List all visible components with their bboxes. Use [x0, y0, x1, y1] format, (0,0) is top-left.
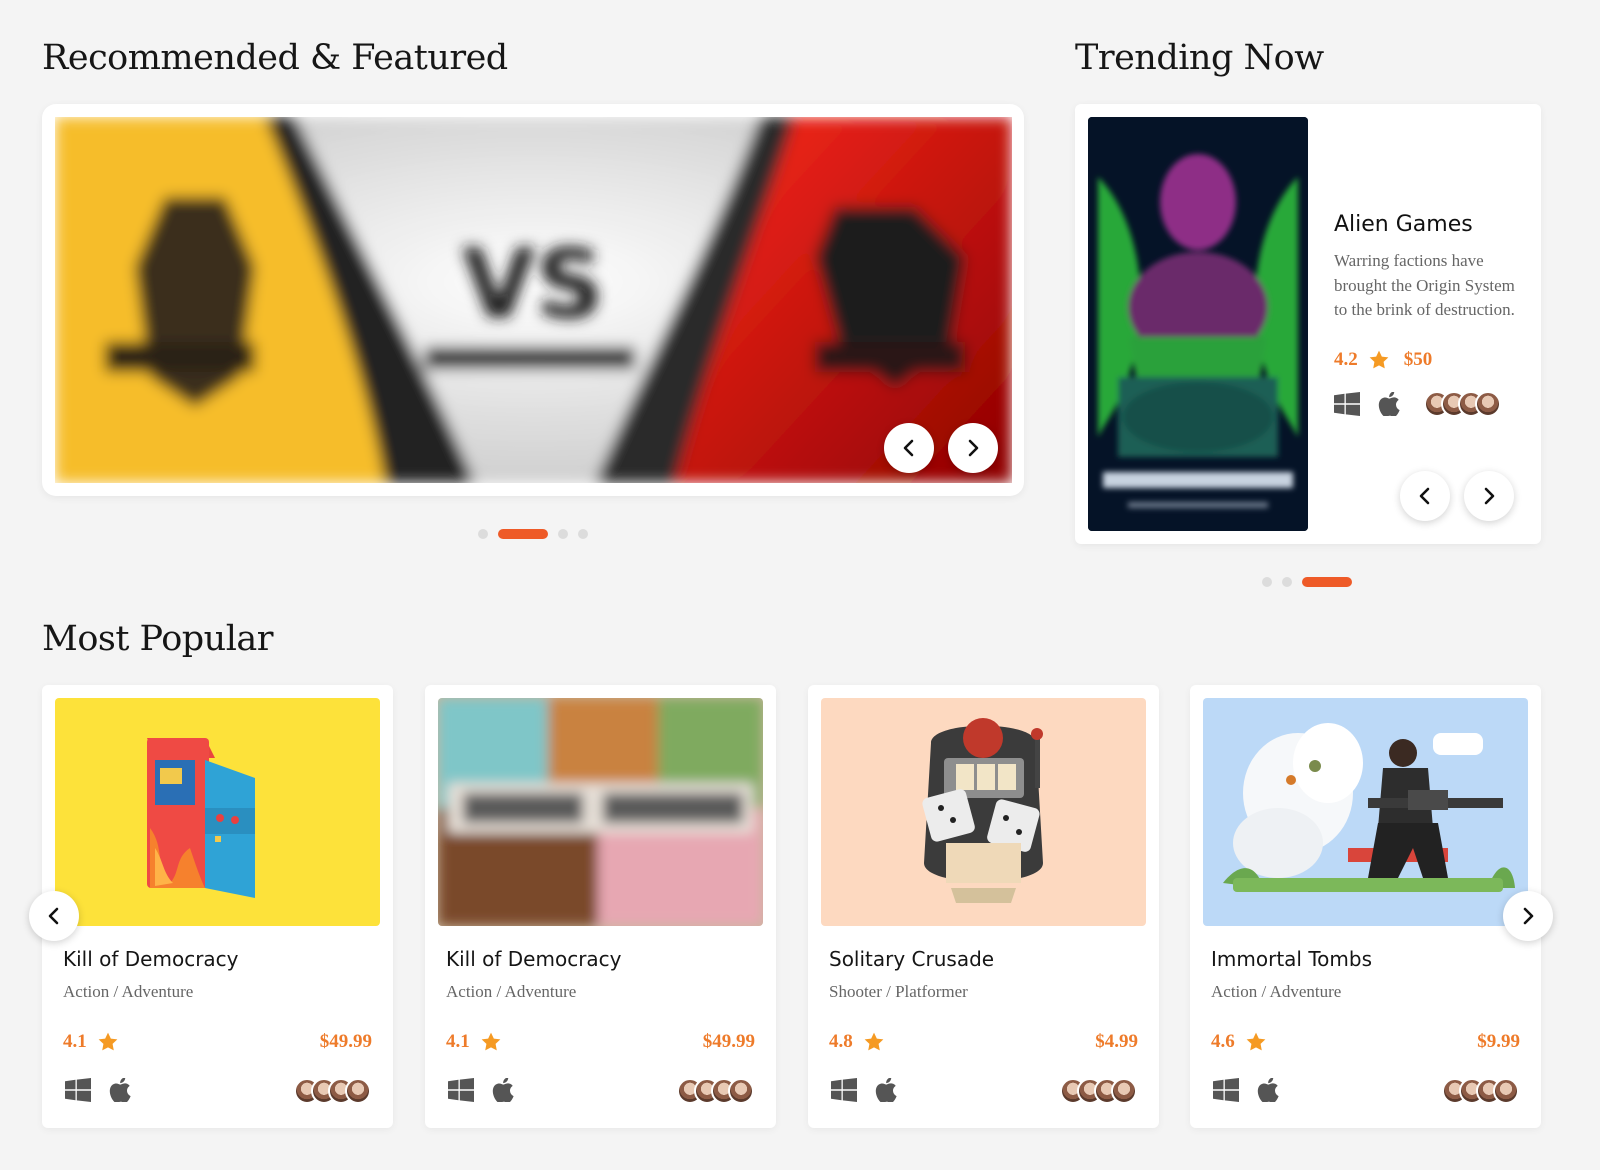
- popular-card-image[interactable]: [1203, 698, 1528, 926]
- avatar: [728, 1078, 754, 1104]
- popular-card-genre: Action / Adventure: [446, 982, 577, 1001]
- trending-rating-row: 4.2 $50: [1334, 349, 1524, 371]
- popular-card-title[interactable]: Immortal Tombs: [1211, 947, 1372, 971]
- featured-next-button[interactable]: [948, 423, 998, 473]
- trending-meta-row: [1334, 390, 1524, 417]
- banner-vs-text: VS: [462, 230, 604, 340]
- star-icon: [1369, 350, 1389, 368]
- popular-card-3[interactable]: Solitary Crusade Shooter / Platformer 4.…: [808, 685, 1159, 1128]
- windows-icon: [1334, 391, 1360, 416]
- featured-section-title: Recommended & Featured: [42, 38, 508, 78]
- popular-section-title: Most Popular: [42, 619, 274, 659]
- popular-card-title[interactable]: Solitary Crusade: [829, 947, 994, 971]
- windows-icon: [1213, 1078, 1239, 1102]
- featured-banner-image[interactable]: VS: [55, 117, 1012, 483]
- apple-icon: [109, 1078, 131, 1102]
- popular-card-genre: Action / Adventure: [63, 982, 194, 1001]
- trending-player-avatars: [1424, 390, 1501, 417]
- apple-icon: [492, 1078, 514, 1102]
- popular-card-price: $49.99: [319, 1031, 372, 1052]
- trending-dot-3[interactable]: [1302, 577, 1352, 587]
- popular-card-genre: Shooter / Platformer: [829, 982, 968, 1001]
- popular-card-image[interactable]: [438, 698, 763, 926]
- star-icon: [98, 1032, 118, 1051]
- rating-value: 4.8: [829, 1031, 853, 1052]
- rating-value: 4.1: [63, 1031, 87, 1052]
- popular-card-1[interactable]: Kill of Democracy Action / Adventure 4.1…: [42, 685, 393, 1128]
- popular-card-image[interactable]: [821, 698, 1146, 926]
- popular-card-rating: 4.1: [63, 1031, 119, 1053]
- featured-pagination: [478, 529, 588, 539]
- trending-rating-value: 4.2: [1334, 348, 1358, 370]
- popular-card-platforms: [831, 1078, 897, 1102]
- trending-dot-2[interactable]: [1282, 577, 1292, 587]
- avatar: [1475, 390, 1501, 417]
- trending-game-description: Warring factions have brought the Origin…: [1334, 251, 1515, 319]
- popular-card-genre: Action / Adventure: [1211, 982, 1342, 1001]
- popular-card-avatars: [677, 1078, 754, 1104]
- chevron-left-icon: [48, 907, 59, 925]
- popular-card-price: $4.99: [1095, 1031, 1138, 1052]
- popular-card-platforms: [448, 1078, 514, 1102]
- popular-card-avatars: [1060, 1078, 1137, 1104]
- avatar: [1493, 1078, 1519, 1104]
- apple-icon: [875, 1078, 897, 1102]
- trending-pagination: [1262, 577, 1352, 587]
- popular-card-rating: 4.6: [1211, 1031, 1267, 1053]
- trending-prev-button[interactable]: [1400, 471, 1450, 521]
- windows-icon: [448, 1078, 474, 1102]
- avatar: [345, 1078, 371, 1104]
- featured-dot-1[interactable]: [478, 529, 488, 539]
- featured-dot-2[interactable]: [498, 529, 548, 539]
- trending-price: $50: [1403, 348, 1433, 370]
- popular-next-button[interactable]: [1503, 891, 1553, 941]
- avatar: [1111, 1078, 1137, 1104]
- popular-card-title[interactable]: Kill of Democracy: [446, 947, 622, 971]
- popular-card-title[interactable]: Kill of Democracy: [63, 947, 239, 971]
- featured-prev-button[interactable]: [884, 423, 934, 473]
- star-icon: [1246, 1032, 1266, 1051]
- trending-platforms: [1334, 391, 1400, 416]
- trending-next-button[interactable]: [1464, 471, 1514, 521]
- windows-icon: [831, 1078, 857, 1102]
- apple-icon: [1257, 1078, 1279, 1102]
- popular-card-2[interactable]: Kill of Democracy Action / Adventure 4.1…: [425, 685, 776, 1128]
- trending-info: Alien Games Warring factions have brough…: [1334, 212, 1524, 417]
- popular-card-platforms: [65, 1078, 131, 1102]
- popular-card-price: $49.99: [702, 1031, 755, 1052]
- popular-card-price: $9.99: [1477, 1031, 1520, 1052]
- trending-dot-1[interactable]: [1262, 577, 1272, 587]
- popular-card-avatars: [294, 1078, 371, 1104]
- popular-card-platforms: [1213, 1078, 1279, 1102]
- popular-card-rating: 4.8: [829, 1031, 885, 1053]
- featured-dot-4[interactable]: [578, 529, 588, 539]
- chevron-left-icon: [1419, 487, 1430, 505]
- popular-card-rating: 4.1: [446, 1031, 502, 1053]
- popular-card-image[interactable]: [55, 698, 380, 926]
- chevron-right-icon: [1484, 487, 1495, 505]
- chevron-left-icon: [903, 439, 914, 457]
- rating-value: 4.1: [446, 1031, 470, 1052]
- chevron-right-icon: [1523, 907, 1534, 925]
- featured-carousel: VS: [42, 104, 1024, 496]
- popular-card-4[interactable]: Immortal Tombs Action / Adventure 4.6 $9…: [1190, 685, 1541, 1128]
- popular-prev-button[interactable]: [29, 891, 79, 941]
- popular-card-avatars: [1442, 1078, 1519, 1104]
- apple-icon: [1378, 391, 1400, 416]
- trending-card: Alien Games Warring factions have brough…: [1075, 104, 1541, 544]
- rating-value: 4.6: [1211, 1031, 1235, 1052]
- featured-dot-3[interactable]: [558, 529, 568, 539]
- trending-cover-image[interactable]: [1088, 117, 1308, 531]
- chevron-right-icon: [968, 439, 979, 457]
- windows-icon: [65, 1078, 91, 1102]
- trending-game-title[interactable]: Alien Games: [1334, 212, 1524, 237]
- trending-section-title: Trending Now: [1075, 38, 1324, 78]
- star-icon: [481, 1032, 501, 1051]
- star-icon: [864, 1032, 884, 1051]
